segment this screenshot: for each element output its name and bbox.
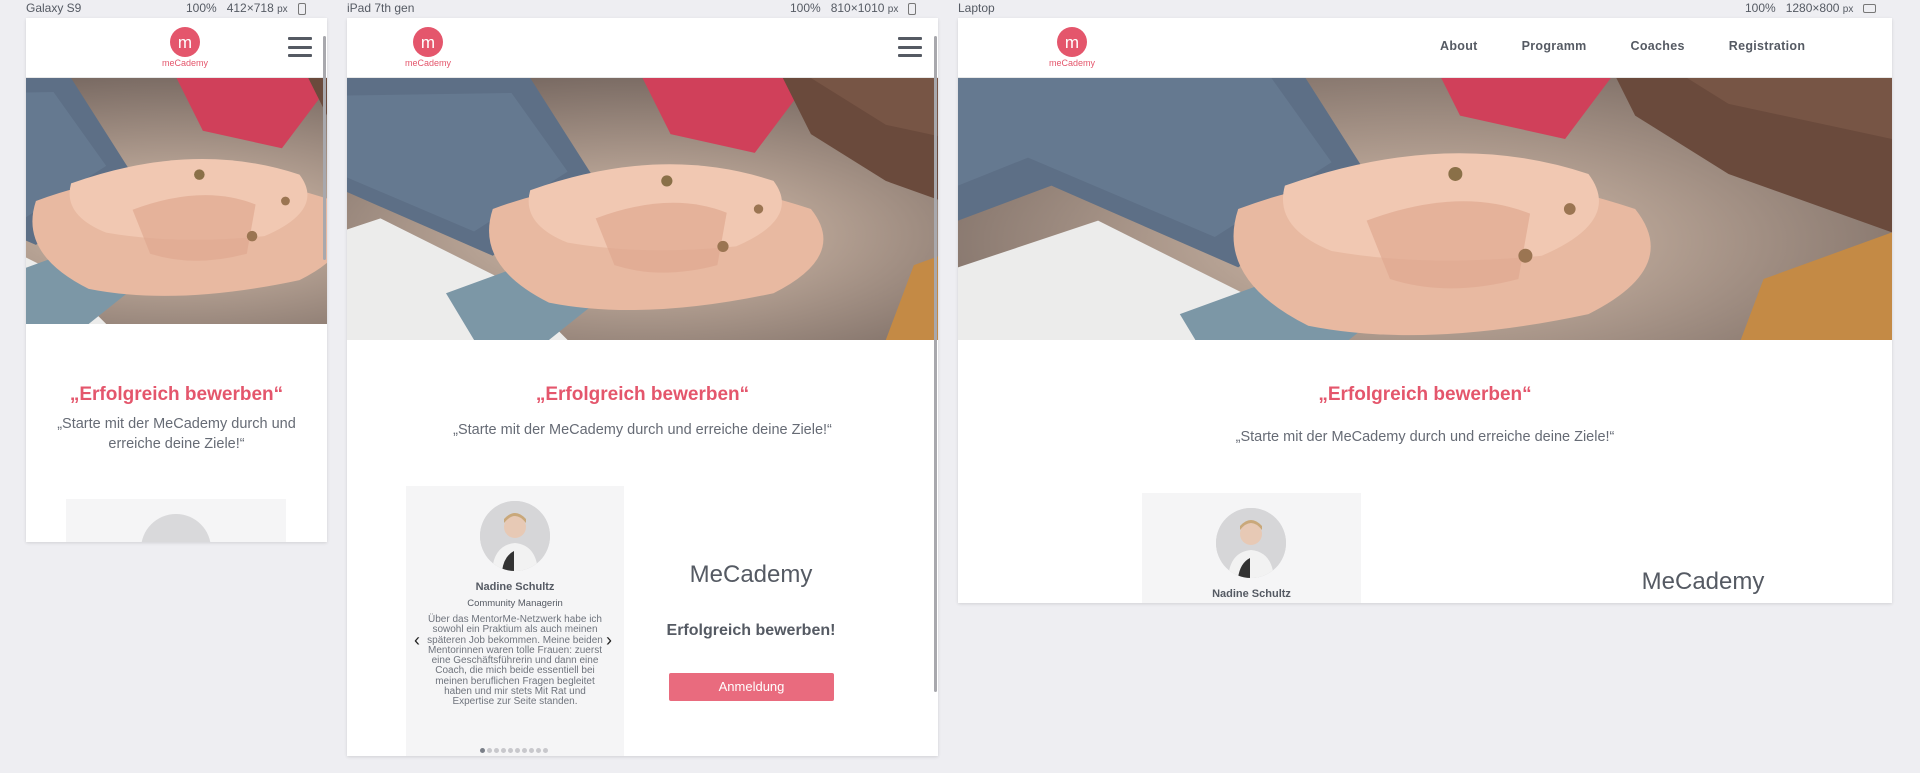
- nav-link-programm[interactable]: Programm: [1522, 39, 1587, 53]
- dim-sep: ×: [246, 0, 254, 15]
- rotate-device-icon[interactable]: [1863, 4, 1877, 13]
- hamburger-menu-icon[interactable]: [898, 37, 922, 57]
- nav-link-registration[interactable]: Registration: [1729, 39, 1806, 53]
- site-logo[interactable]: m meCademy: [405, 27, 451, 68]
- testimonial-quote: Über das MentorMe-Netzwerk habe ich sowo…: [427, 614, 603, 708]
- brand-title: MeCademy: [1641, 568, 1765, 595]
- logo-mark: m: [413, 27, 443, 57]
- avatar: [480, 501, 550, 571]
- carousel-dot[interactable]: [522, 748, 527, 753]
- hero-banner: [347, 78, 938, 340]
- viewport-width: 412: [226, 0, 247, 15]
- page-headline: „Erfolgreich bewerben“: [69, 384, 284, 405]
- unit-label: px: [277, 3, 288, 15]
- nav-link-about[interactable]: About: [1440, 39, 1478, 53]
- testimonial-card: [66, 499, 286, 542]
- carousel-dot[interactable]: [529, 748, 534, 753]
- page-subline: „Starte mit der MeCademy durch und errei…: [453, 422, 832, 438]
- carousel-dot[interactable]: [515, 748, 520, 753]
- page-subline: „Starte mit der MeCademy durch und errei…: [57, 416, 296, 452]
- carousel-dot[interactable]: [543, 748, 548, 753]
- page-subline: „Starte mit der MeCademy durch und errei…: [1235, 429, 1615, 445]
- hero-image: [347, 78, 938, 340]
- page-headline: „Erfolgreich bewerben“: [535, 384, 750, 405]
- site-navbar: m meCademy: [347, 18, 938, 78]
- avatar: [141, 514, 211, 542]
- logo-mark: m: [1057, 27, 1087, 57]
- rotate-device-icon[interactable]: [908, 2, 917, 15]
- unit-label: px: [1842, 3, 1854, 15]
- carousel-dot[interactable]: [508, 748, 513, 753]
- viewport-ipad: m meCademy „Erfolgreich bewerben“ „Start…: [347, 18, 938, 756]
- carousel-dot[interactable]: [487, 748, 492, 753]
- rotate-device-icon[interactable]: [297, 2, 306, 15]
- hero-image: [958, 78, 1892, 340]
- hero-banner: [26, 78, 327, 324]
- zoom-level[interactable]: 100%: [790, 0, 821, 17]
- cta-text: Erfolgreich bewerben!: [666, 622, 836, 639]
- logo-text: meCademy: [162, 58, 209, 68]
- dim-sep: ×: [850, 0, 858, 15]
- unit-label: px: [887, 3, 899, 15]
- device-name-ipad: iPad 7th gen: [347, 1, 415, 15]
- hero-image: [26, 78, 327, 324]
- avatar: [1216, 508, 1286, 578]
- carousel-next-button[interactable]: ›: [606, 631, 612, 649]
- carousel-dot[interactable]: [536, 748, 541, 753]
- testimonial-card: Nadine Schultz Community Managerin ‹ Übe…: [406, 486, 624, 756]
- carousel-prev-button[interactable]: ‹: [414, 631, 420, 649]
- zoom-level[interactable]: 100%: [1745, 0, 1776, 17]
- viewport-width: 810: [830, 0, 851, 15]
- hamburger-menu-icon[interactable]: [288, 37, 312, 57]
- carousel-dot[interactable]: [480, 748, 485, 753]
- site-logo[interactable]: m meCademy: [1049, 27, 1095, 68]
- device-name-galaxy: Galaxy S9: [26, 1, 82, 15]
- testimonial-card: Nadine Schultz: [1142, 493, 1361, 603]
- nav-link-coaches[interactable]: Coaches: [1631, 39, 1685, 53]
- viewport-height: 718: [253, 0, 274, 15]
- viewport-laptop: m meCademy About Programm Coaches Regist…: [958, 18, 1892, 603]
- logo-text: meCademy: [405, 58, 452, 68]
- testimonial-name: Nadine Schultz: [1212, 588, 1291, 600]
- device-meta-laptop: 100% 1280×800 px: [1745, 0, 1877, 17]
- device-meta-galaxy: 100% 412×718 px: [186, 0, 306, 17]
- zoom-level[interactable]: 100%: [186, 0, 217, 17]
- logo-text: meCademy: [1049, 58, 1096, 68]
- register-button[interactable]: Anmeldung: [669, 673, 834, 701]
- hero-banner: [958, 78, 1892, 340]
- testimonial-name: Nadine Schultz: [475, 581, 555, 593]
- viewport-height: 800: [1819, 0, 1840, 15]
- testimonial-role: Community Managerin: [467, 598, 563, 609]
- scrollbar[interactable]: [323, 36, 326, 260]
- device-name-laptop: Laptop: [958, 1, 995, 15]
- brand-title: MeCademy: [689, 561, 813, 588]
- logo-mark: m: [170, 27, 200, 57]
- viewport-galaxy-s9: m meCademy „Erfolgreich bewerben“ „Start…: [26, 18, 327, 542]
- scrollbar[interactable]: [934, 36, 937, 692]
- main-nav: About Programm Coaches Registration: [1440, 39, 1805, 53]
- page-headline: „Erfolgreich bewerben“: [1318, 384, 1532, 405]
- site-logo[interactable]: m meCademy: [162, 27, 208, 68]
- carousel-pagination[interactable]: [480, 748, 548, 753]
- viewport-width: 1280: [1785, 0, 1813, 15]
- device-meta-ipad: 100% 810×1010 px: [790, 0, 917, 17]
- carousel-dot[interactable]: [494, 748, 499, 753]
- site-navbar: m meCademy: [26, 18, 327, 78]
- site-navbar: m meCademy About Programm Coaches Regist…: [958, 18, 1892, 78]
- viewport-height: 1010: [857, 0, 885, 15]
- carousel-dot[interactable]: [501, 748, 506, 753]
